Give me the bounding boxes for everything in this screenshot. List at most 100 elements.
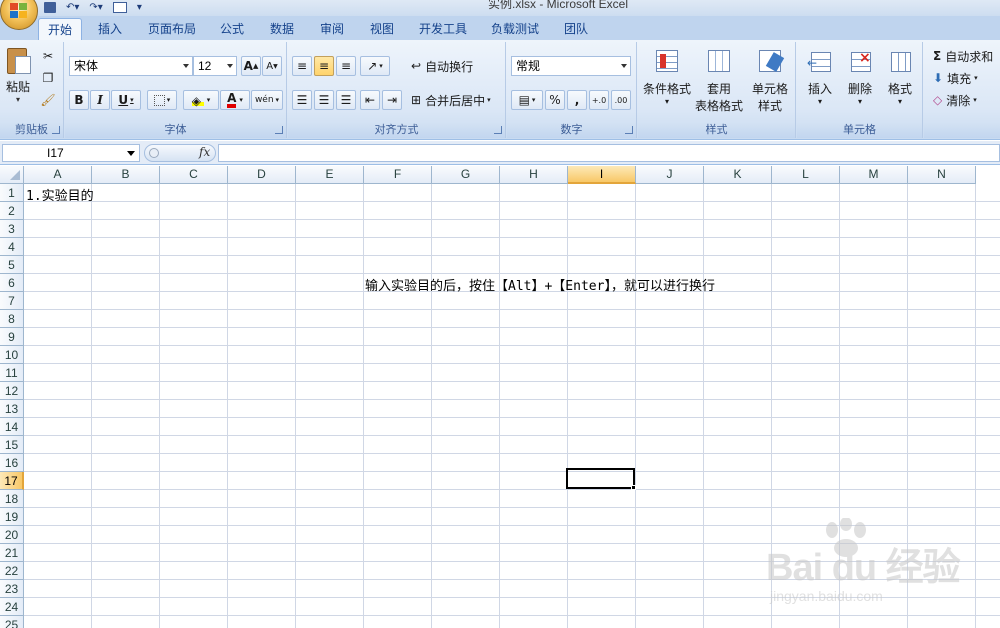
- cell-styles-button[interactable]: 单元格 样式: [746, 48, 794, 114]
- tab-review[interactable]: 审阅: [312, 18, 352, 40]
- column-header-f[interactable]: F: [364, 166, 432, 184]
- percent-style-button[interactable]: %: [545, 90, 565, 110]
- column-header-d[interactable]: D: [228, 166, 296, 184]
- delete-cells-button[interactable]: × 删除 ▾: [841, 48, 879, 106]
- autosum-button[interactable]: Σ 自动求和: [932, 46, 1000, 66]
- tab-developer[interactable]: 开发工具: [412, 18, 474, 40]
- row-header-18[interactable]: 18: [0, 490, 24, 508]
- row-header-16[interactable]: 16: [0, 454, 24, 472]
- tab-home[interactable]: 开始: [38, 18, 82, 40]
- print-preview-icon[interactable]: [112, 1, 127, 13]
- column-header-b[interactable]: B: [92, 166, 160, 184]
- underline-button[interactable]: U ▾: [111, 90, 141, 110]
- tab-data[interactable]: 数据: [262, 18, 302, 40]
- increase-indent-button[interactable]: ⇥: [382, 90, 402, 110]
- save-icon[interactable]: [44, 1, 56, 13]
- decrease-indent-button[interactable]: ⇤: [360, 90, 380, 110]
- merge-center-button[interactable]: ⊞ 合并后居中 ▾: [410, 90, 502, 110]
- align-center-button[interactable]: ☰: [314, 90, 334, 110]
- italic-button[interactable]: I: [90, 90, 110, 110]
- column-header-c[interactable]: C: [160, 166, 228, 184]
- column-header-m[interactable]: M: [840, 166, 908, 184]
- cell-f6[interactable]: 输入实验目的后，按住【Alt】+【Enter】，就可以进行换行: [365, 275, 715, 294]
- row-header-6[interactable]: 6: [0, 274, 24, 292]
- paste-button[interactable]: 粘贴 ▾: [2, 46, 34, 104]
- name-box[interactable]: I17: [2, 144, 140, 162]
- tab-team[interactable]: 团队: [556, 18, 596, 40]
- row-header-1[interactable]: 1: [0, 184, 24, 202]
- row-header-22[interactable]: 22: [0, 562, 24, 580]
- cell-a1[interactable]: 1.实验目的: [26, 185, 94, 204]
- format-painter-button[interactable]: 🖌: [38, 90, 58, 110]
- insert-function-button[interactable]: fx: [199, 145, 210, 159]
- row-header-10[interactable]: 10: [0, 346, 24, 364]
- decrease-decimal-button[interactable]: .00: [611, 90, 631, 110]
- number-format-combo[interactable]: 常规: [511, 56, 631, 76]
- tab-page-layout[interactable]: 页面布局: [140, 18, 204, 40]
- row-header-21[interactable]: 21: [0, 544, 24, 562]
- font-color-button[interactable]: A ▾: [220, 90, 250, 110]
- row-header-7[interactable]: 7: [0, 292, 24, 310]
- borders-button[interactable]: ▾: [147, 90, 177, 110]
- tab-formulas[interactable]: 公式: [212, 18, 252, 40]
- tab-view[interactable]: 视图: [362, 18, 402, 40]
- grow-font-button[interactable]: A ▲: [241, 56, 261, 76]
- redo-icon[interactable]: ↷▾: [89, 2, 102, 13]
- row-header-25[interactable]: 25: [0, 616, 24, 628]
- formula-input[interactable]: [218, 144, 1000, 162]
- row-header-23[interactable]: 23: [0, 580, 24, 598]
- shrink-font-button[interactable]: A ▼: [262, 56, 282, 76]
- alignment-dialog-launcher[interactable]: [494, 126, 502, 134]
- font-dialog-launcher[interactable]: [275, 126, 283, 134]
- column-header-e[interactable]: E: [296, 166, 364, 184]
- font-size-combo[interactable]: 12: [193, 56, 237, 76]
- accounting-format-button[interactable]: ▤ ▾: [511, 90, 543, 110]
- align-top-button[interactable]: ≡: [292, 56, 312, 76]
- tab-load-test[interactable]: 负载测试: [484, 18, 546, 40]
- row-header-11[interactable]: 11: [0, 364, 24, 382]
- clipboard-dialog-launcher[interactable]: [52, 126, 60, 134]
- column-header-g[interactable]: G: [432, 166, 500, 184]
- row-header-5[interactable]: 5: [0, 256, 24, 274]
- format-as-table-button[interactable]: 套用 表格格式: [694, 48, 744, 114]
- fill-button[interactable]: ⬇ 填充 ▾: [932, 68, 1000, 88]
- row-header-13[interactable]: 13: [0, 400, 24, 418]
- select-all-corner[interactable]: [0, 166, 24, 184]
- row-header-2[interactable]: 2: [0, 202, 24, 220]
- align-left-button[interactable]: ☰: [292, 90, 312, 110]
- number-dialog-launcher[interactable]: [625, 126, 633, 134]
- increase-decimal-button[interactable]: +.0: [589, 90, 609, 110]
- column-header-j[interactable]: J: [636, 166, 704, 184]
- row-header-3[interactable]: 3: [0, 220, 24, 238]
- orientation-button[interactable]: ↗ ▾: [360, 56, 390, 76]
- bold-button[interactable]: B: [69, 90, 89, 110]
- wrap-text-button[interactable]: ↩ 自动换行: [410, 56, 482, 76]
- conditional-formatting-button[interactable]: 条件格式 ▾: [640, 48, 694, 106]
- format-cells-button[interactable]: 格式 ▾: [881, 48, 919, 106]
- cut-button[interactable]: ✂: [38, 46, 58, 66]
- column-header-k[interactable]: K: [704, 166, 772, 184]
- row-header-9[interactable]: 9: [0, 328, 24, 346]
- copy-button[interactable]: ❐: [38, 68, 58, 88]
- row-header-14[interactable]: 14: [0, 418, 24, 436]
- tab-insert[interactable]: 插入: [90, 18, 130, 40]
- column-header-l[interactable]: L: [772, 166, 840, 184]
- column-header-a[interactable]: A: [24, 166, 92, 184]
- column-header-n[interactable]: N: [908, 166, 976, 184]
- active-cell-i17[interactable]: [566, 468, 635, 489]
- font-name-combo[interactable]: 宋体: [69, 56, 193, 76]
- phonetic-button[interactable]: wén ▾: [251, 90, 283, 110]
- undo-icon[interactable]: ↶▾: [66, 2, 79, 13]
- row-header-19[interactable]: 19: [0, 508, 24, 526]
- align-bottom-button[interactable]: ≡: [336, 56, 356, 76]
- row-header-20[interactable]: 20: [0, 526, 24, 544]
- align-right-button[interactable]: ☰: [336, 90, 356, 110]
- fill-handle[interactable]: [631, 485, 636, 490]
- row-header-15[interactable]: 15: [0, 436, 24, 454]
- column-header-h[interactable]: H: [500, 166, 568, 184]
- comma-style-button[interactable]: ,: [567, 90, 587, 110]
- insert-cells-button[interactable]: ← 插入 ▾: [801, 48, 839, 106]
- align-middle-button[interactable]: ≡: [314, 56, 334, 76]
- customize-qat-icon[interactable]: ▾: [137, 2, 142, 13]
- clear-button[interactable]: ◇ 清除 ▾: [932, 90, 1000, 110]
